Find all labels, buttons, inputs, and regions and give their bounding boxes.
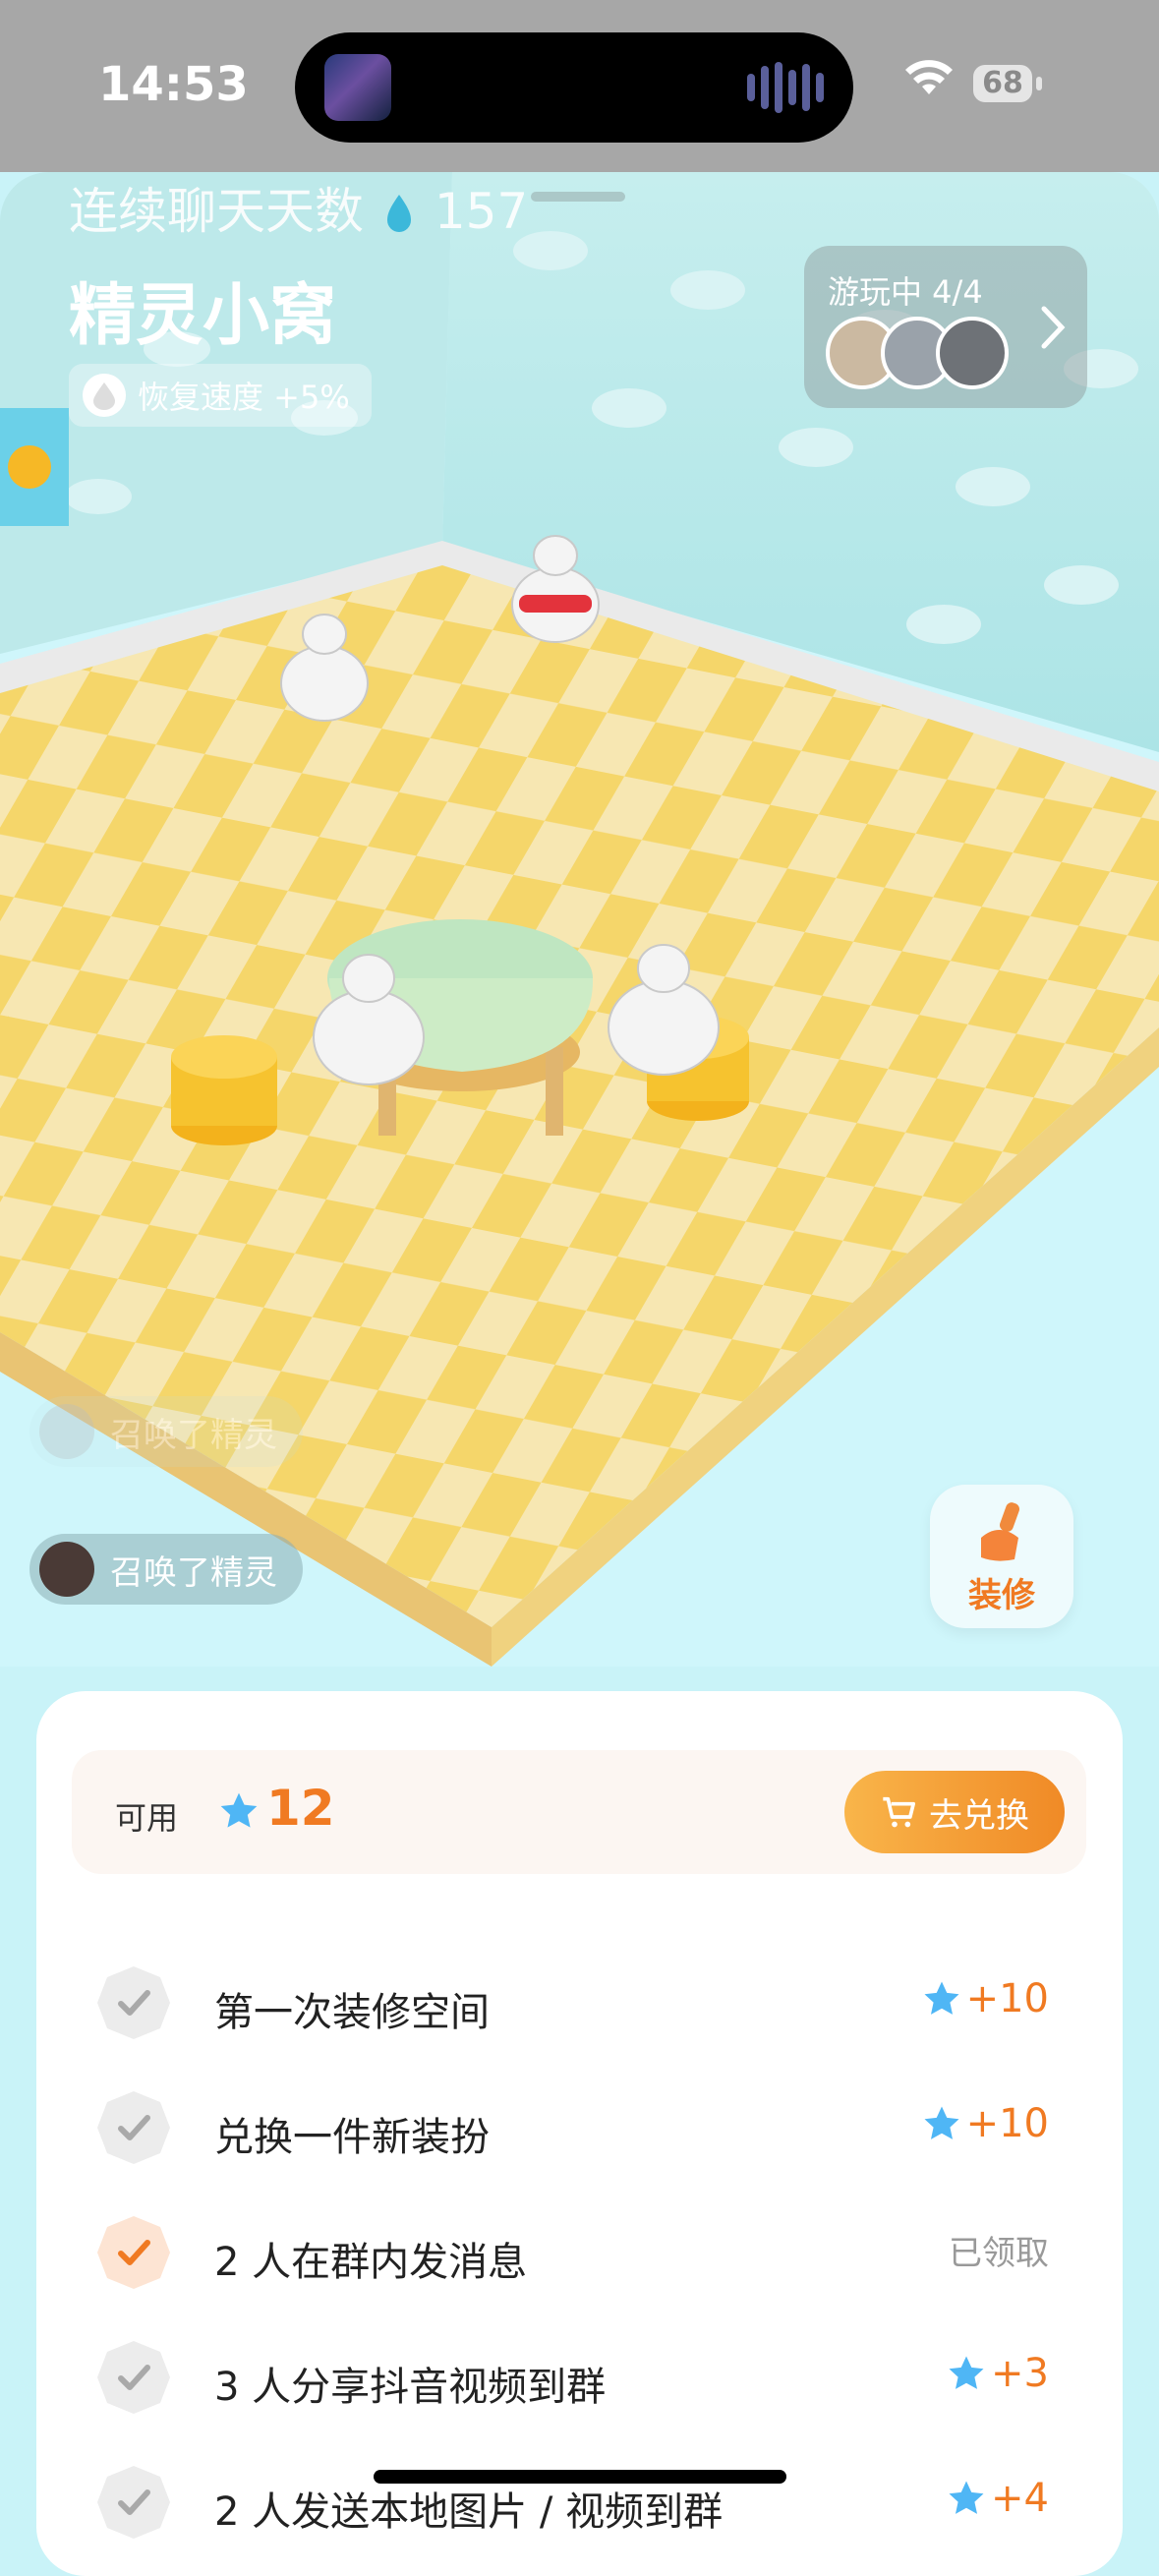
task-label: 2 人在群内发消息: [214, 2240, 528, 2285]
task-label: 2 人发送本地图片 / 视频到群: [214, 2489, 724, 2535]
task-row[interactable]: 3 人分享抖音视频到群 +3: [95, 2319, 1069, 2444]
water-drop-icon: [386, 195, 411, 232]
available-label: 可用: [115, 1799, 179, 1837]
feed-text: 召唤了精灵: [110, 1415, 277, 1455]
task-reward: +3: [946, 2351, 1049, 2396]
reward-amount: +3: [991, 2351, 1049, 2396]
room-title: 精灵小窝: [69, 277, 337, 355]
task-reward: +10: [921, 2101, 1049, 2146]
home-indicator[interactable]: [374, 2470, 786, 2484]
points-bar: 可用 12 去兑换: [72, 1750, 1086, 1874]
battery-tip: [1036, 77, 1042, 90]
wifi-icon: [905, 60, 953, 94]
status-bar: 14:53 68: [0, 0, 1159, 172]
avatar: [39, 1404, 94, 1459]
check-badge-icon: [97, 1966, 170, 2039]
dynamic-island[interactable]: [295, 32, 853, 143]
avatar: [39, 1542, 94, 1597]
feed-text: 召唤了精灵: [110, 1552, 277, 1593]
member-avatars: [826, 317, 1009, 389]
sprite-bubble-icon: [83, 374, 126, 417]
star-icon: [924, 2106, 959, 2139]
decorate-label: 装修: [968, 1576, 1035, 1615]
points-value: 12: [266, 1780, 335, 1837]
task-label: 3 人分享抖音视频到群: [214, 2365, 607, 2410]
speed-bonus-badge[interactable]: 恢复速度 +5%: [69, 364, 372, 427]
streak-count: 157: [434, 183, 529, 240]
tasks-sheet: 可用 12 去兑换 第一次装修空间 +10 兑换一件新装扮 +10 2 人在群内…: [36, 1691, 1123, 2576]
check-badge-done-icon: [97, 2216, 170, 2289]
feed-item: 召唤了精灵: [29, 1396, 303, 1467]
chat-streak: 连续聊天天数 157: [69, 172, 528, 243]
now-playing-thumbnail: [324, 54, 391, 121]
exchange-label: 去兑换: [929, 1795, 1029, 1836]
decorate-button[interactable]: 装修: [930, 1485, 1073, 1628]
task-label: 兑换一件新装扮: [214, 2115, 490, 2160]
feed-item: 召唤了精灵: [29, 1534, 303, 1605]
cart-icon: [883, 1796, 915, 1828]
check-badge-icon: [97, 2466, 170, 2539]
star-icon: [949, 2356, 984, 2389]
speed-bonus-label: 恢复速度 +5%: [138, 379, 350, 416]
reward-amount: +4: [991, 2476, 1049, 2521]
task-row[interactable]: 2 人发送本地图片 / 视频到群 +4: [95, 2444, 1069, 2569]
drag-handle[interactable]: [531, 192, 625, 202]
star-icon: [220, 1792, 258, 1828]
playing-members-card[interactable]: 游玩中 4/4: [804, 246, 1087, 408]
reward-amount: +10: [965, 1976, 1049, 2021]
room-scene[interactable]: 连续聊天天数 157 精灵小窝 恢复速度 +5% 游玩中 4/4 召唤了精灵 召…: [0, 172, 1159, 1667]
playing-label: 游玩中 4/4: [828, 273, 983, 311]
chevron-right-icon: [1041, 306, 1066, 349]
task-reward: +4: [946, 2476, 1049, 2521]
task-row[interactable]: 第一次装修空间 +10: [95, 1945, 1069, 2070]
reward-amount: +10: [965, 2101, 1049, 2146]
reward-claimed: 已领取: [949, 2234, 1049, 2273]
task-row[interactable]: 兑换一件新装扮 +10: [95, 2070, 1069, 2195]
check-badge-icon: [97, 2091, 170, 2164]
avatar: [936, 317, 1009, 389]
star-icon: [924, 1981, 959, 2015]
task-reward: 已领取: [949, 2226, 1049, 2274]
audio-wave-icon: [747, 62, 824, 113]
status-time: 14:53: [98, 57, 249, 112]
streak-label: 连续聊天天数: [69, 183, 364, 240]
check-badge-icon: [97, 2341, 170, 2414]
task-label: 第一次装修空间: [214, 1990, 490, 2035]
exchange-button[interactable]: 去兑换: [844, 1771, 1065, 1853]
brush-icon: [981, 1502, 1020, 1561]
task-row[interactable]: 2 人在群内发消息 已领取: [95, 2195, 1069, 2319]
battery-icon: 68: [973, 65, 1032, 102]
task-reward: +10: [921, 1976, 1049, 2021]
